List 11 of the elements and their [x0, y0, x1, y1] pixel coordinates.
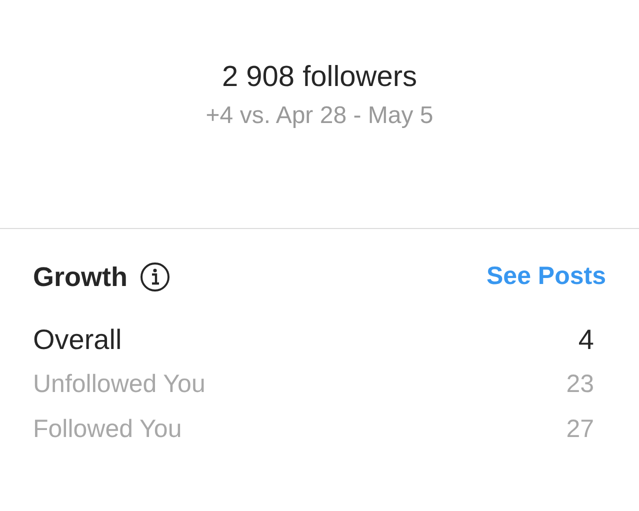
row-label: Followed You: [33, 414, 182, 445]
followers-count: 2 908 followers: [222, 60, 418, 95]
row-value: 4: [578, 322, 594, 356]
row-value: 23: [566, 368, 594, 400]
see-posts-link[interactable]: See Posts: [486, 258, 606, 296]
row-label: Overall: [33, 322, 122, 356]
info-icon[interactable]: [140, 262, 170, 292]
section-title: Growth: [33, 260, 128, 294]
row-label: Unfollowed You: [33, 368, 206, 400]
followers-change: +4 vs. Apr 28 - May 5: [206, 101, 434, 131]
row-value: 27: [566, 414, 594, 445]
